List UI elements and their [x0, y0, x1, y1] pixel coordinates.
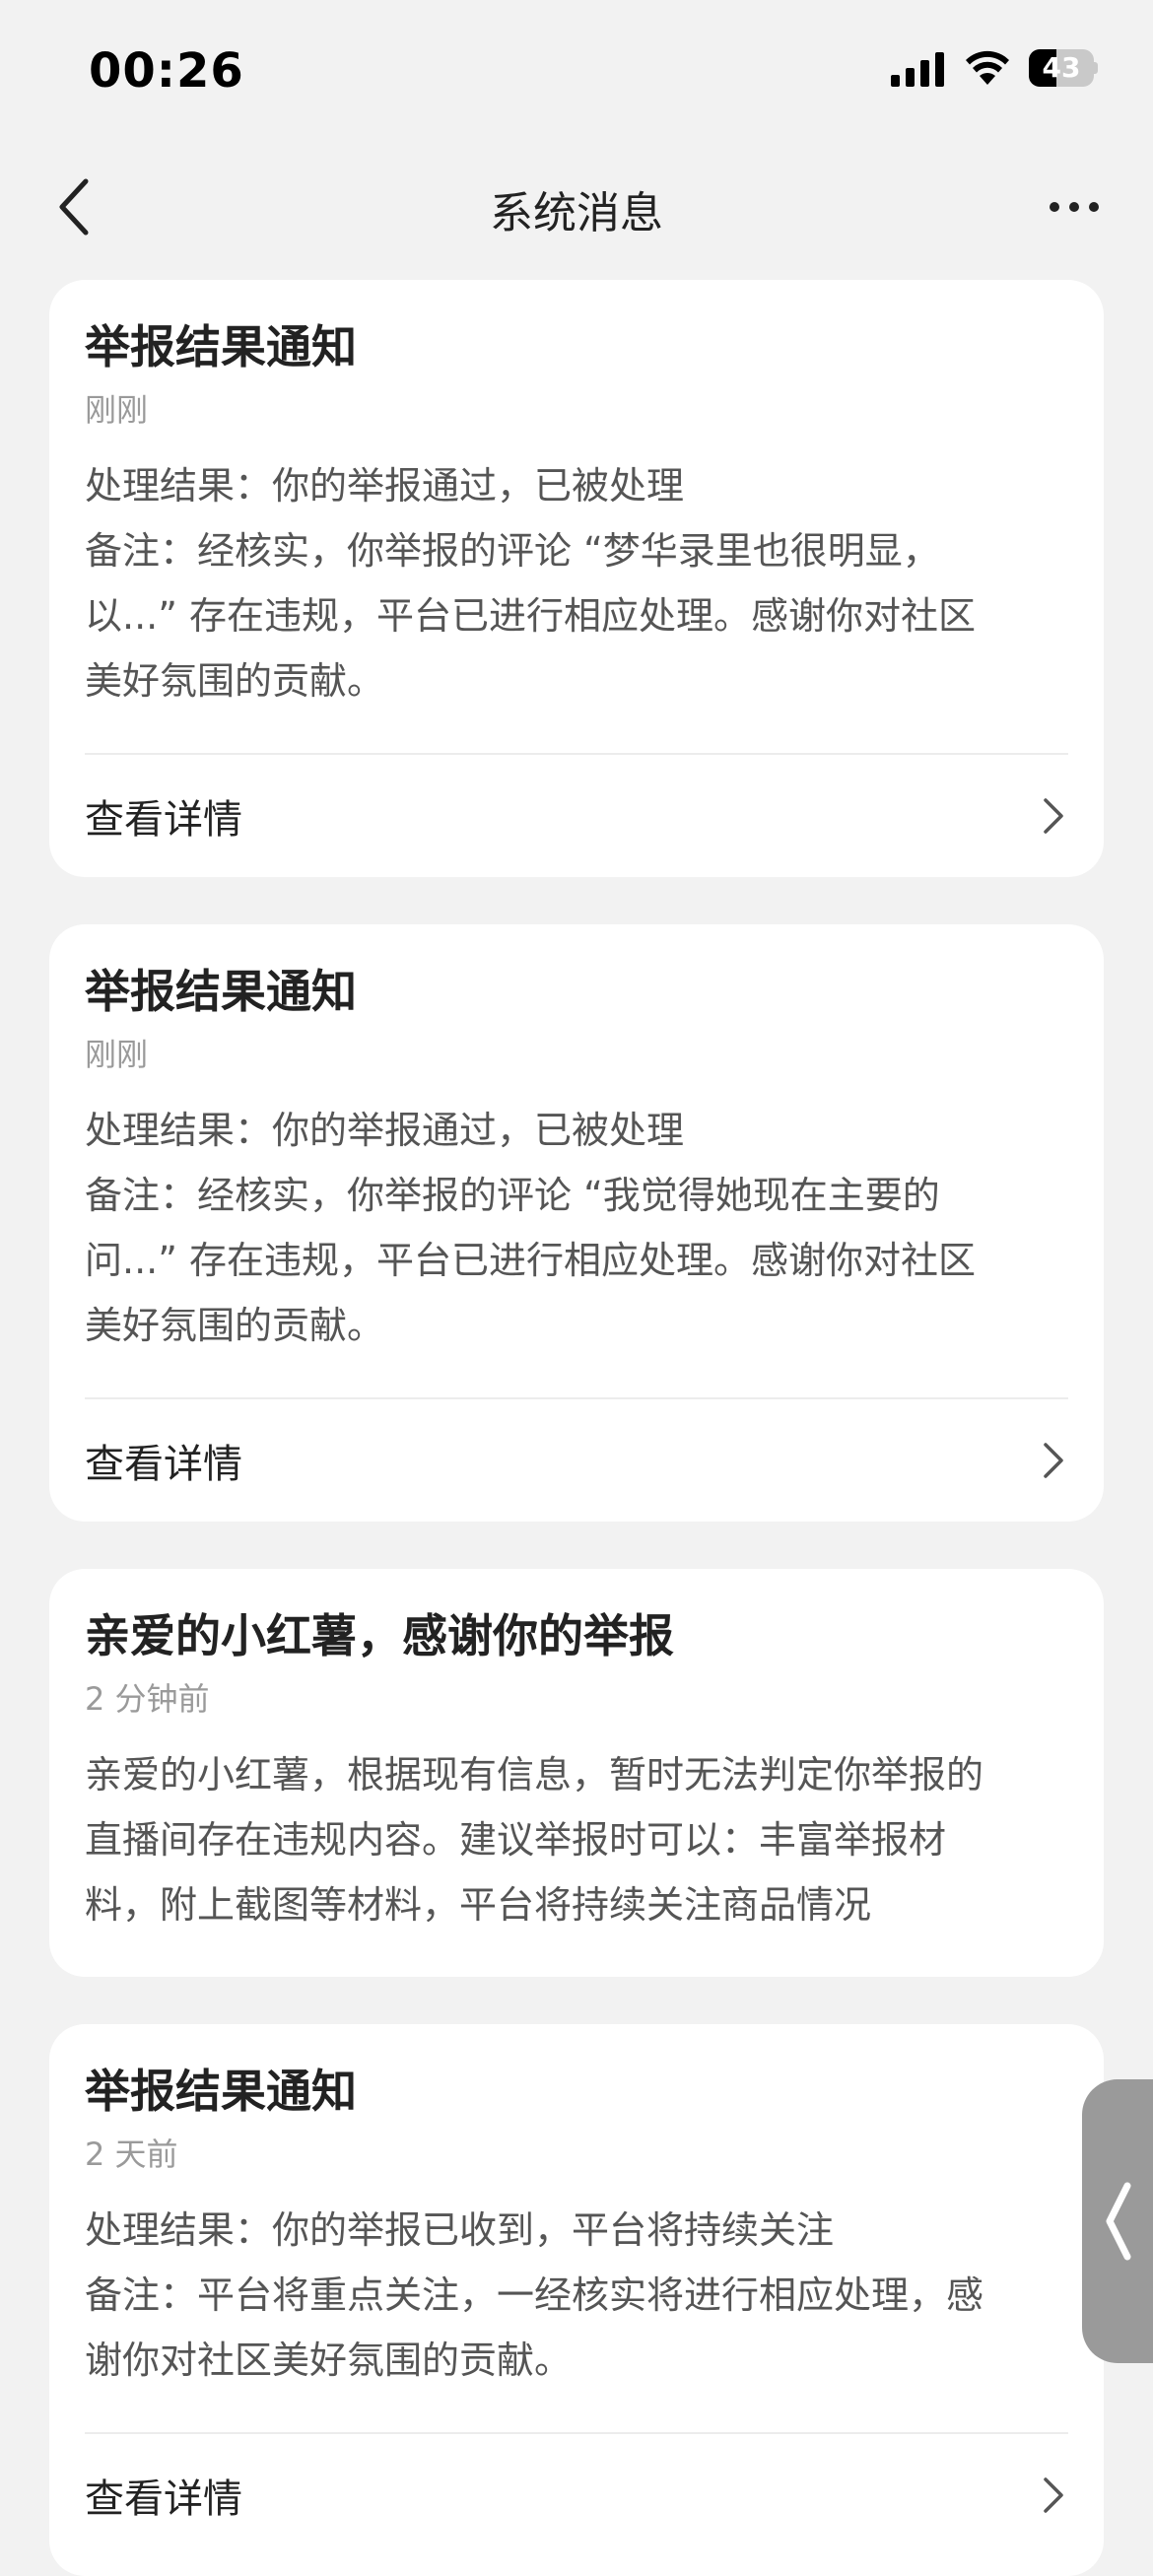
message-card: 举报结果通知 刚刚 处理结果：你的举报通过，已被处理 备注：经核实，你举报的评论…	[49, 924, 1104, 1522]
message-line: 备注：经核实，你举报的评论 “梦华录里也很明显，	[85, 529, 940, 573]
message-line: 美好氛围的贡献。	[85, 1304, 385, 1347]
message-time: 2 天前	[85, 2135, 178, 2173]
message-body: 处理结果：你的举报通过，已被处理 备注：经核实，你举报的评论 “我觉得她现在主要…	[85, 1098, 1068, 1358]
message-card[interactable]: 亲爱的小红薯，感谢你的举报 2 分钟前 亲爱的小红薯，根据现有信息，暂时无法判定…	[49, 1569, 1104, 1977]
view-details-link[interactable]: 查看详情	[85, 755, 1068, 877]
wifi-icon	[966, 50, 1009, 85]
more-icon	[1050, 202, 1099, 212]
chevron-right-icon	[1039, 796, 1068, 836]
message-title: 举报结果通知	[85, 2065, 357, 2118]
status-time: 00:26	[89, 43, 244, 99]
chevron-right-icon	[1039, 2475, 1068, 2515]
message-line: 备注：平台将重点关注，一经核实将进行相应处理，感	[85, 2273, 984, 2317]
message-line: 美好氛围的贡献。	[85, 659, 385, 703]
view-details-label: 查看详情	[85, 2476, 242, 2522]
message-line: 料，附上截图等材料，平台将持续关注商品情况	[85, 1883, 872, 1927]
message-body: 处理结果：你的举报已收到，平台将持续关注 备注：平台将重点关注，一经核实将进行相…	[85, 2198, 1068, 2393]
view-details-label: 查看详情	[85, 797, 242, 843]
message-time: 刚刚	[85, 1036, 149, 1073]
message-line: 处理结果：你的举报通过，已被处理	[85, 464, 685, 508]
view-details-link[interactable]: 查看详情	[85, 1399, 1068, 1522]
message-line: 处理结果：你的举报通过，已被处理	[85, 1109, 685, 1152]
message-line: 亲爱的小红薯，根据现有信息，暂时无法判定你举报的	[85, 1753, 984, 1796]
message-card: 举报结果通知 刚刚 处理结果：你的举报通过，已被处理 备注：经核实，你举报的评论…	[49, 280, 1104, 877]
navigation-bar: 系统消息	[0, 148, 1153, 266]
chevron-right-icon	[1039, 1441, 1068, 1480]
message-title: 举报结果通知	[85, 965, 357, 1018]
message-time: 刚刚	[85, 391, 149, 429]
message-title: 亲爱的小红薯，感谢你的举报	[85, 1609, 674, 1662]
message-line: 问...” 存在违规，平台已进行相应处理。感谢你对社区	[85, 1239, 977, 1282]
status-bar: 00:26 43	[0, 0, 1153, 148]
message-card: 举报结果通知 2 天前 处理结果：你的举报已收到，平台将持续关注 备注：平台将重…	[49, 2024, 1104, 2576]
side-drawer-handle[interactable]	[1082, 2079, 1153, 2363]
message-line: 备注：经核实，你举报的评论 “我觉得她现在主要的	[85, 1174, 940, 1217]
message-body: 处理结果：你的举报通过，已被处理 备注：经核实，你举报的评论 “梦华录里也很明显…	[85, 453, 1068, 713]
chevron-left-icon	[1106, 2182, 1131, 2261]
view-details-label: 查看详情	[85, 1442, 242, 1487]
page-title: 系统消息	[490, 188, 663, 238]
message-time: 2 分钟前	[85, 1680, 210, 1718]
status-icons: 43	[891, 49, 1098, 87]
battery-level: 43	[1042, 51, 1081, 84]
more-button[interactable]	[1035, 172, 1114, 241]
message-line: 直播间存在违规内容。建议举报时可以：丰富举报材	[85, 1818, 947, 1862]
message-line: 谢你对社区美好氛围的贡献。	[85, 2339, 573, 2382]
message-body: 亲爱的小红薯，根据现有信息，暂时无法判定你举报的 直播间存在违规内容。建议举报时…	[85, 1742, 1068, 1937]
cellular-signal-icon	[891, 49, 946, 87]
battery-icon: 43	[1029, 49, 1098, 87]
message-line: 处理结果：你的举报已收到，平台将持续关注	[85, 2208, 835, 2252]
view-details-link[interactable]: 查看详情	[85, 2434, 1068, 2556]
message-title: 举报结果通知	[85, 320, 357, 373]
message-line: 以...” 存在违规，平台已进行相应处理。感谢你对社区	[85, 594, 977, 638]
